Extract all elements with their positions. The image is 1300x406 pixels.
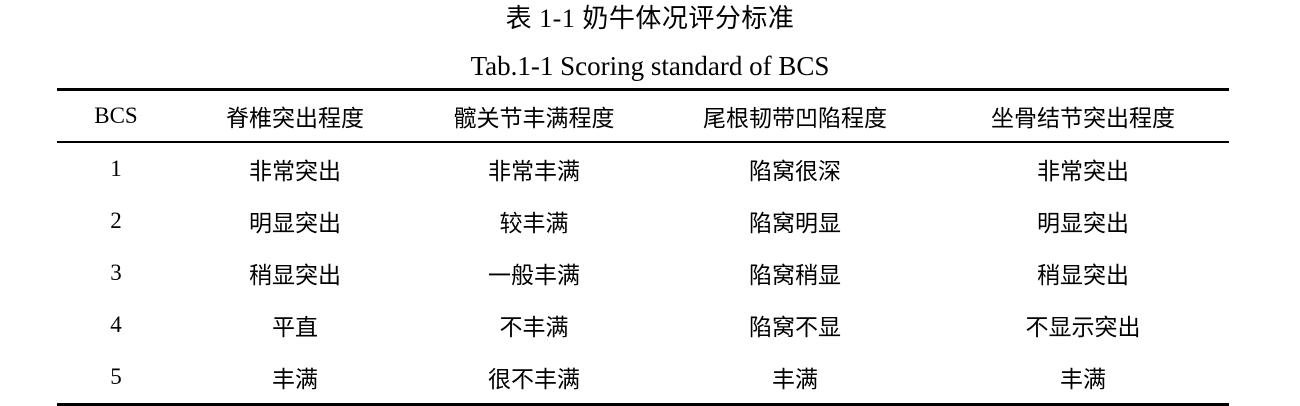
cell-bcs: 1: [110, 156, 122, 181]
bcs-scoring-table-container: BCS 脊椎突出程度 髋关节丰满程度 尾根韧带凹陷程度 坐骨结节突出程度 1 非…: [57, 88, 1229, 406]
header-pin-bone-prominence: 坐骨结节突出程度: [991, 106, 1175, 131]
cell-pin-bone: 不显示突出: [1025, 315, 1141, 340]
cell-spine: 明显突出: [249, 211, 341, 236]
cell-hip: 非常丰满: [488, 159, 580, 184]
cell-tailhead: 陷窝很深: [749, 159, 841, 184]
cell-hip: 不丰满: [499, 315, 569, 340]
cell-pin-bone: 丰满: [1060, 367, 1106, 392]
table-row: 5 丰满 很不丰满 丰满 丰满: [57, 351, 1229, 405]
cell-spine: 平直: [272, 315, 318, 340]
table-row: 4 平直 不丰满 陷窝不显 不显示突出: [57, 299, 1229, 351]
cell-spine: 稍显突出: [249, 263, 341, 288]
cell-bcs: 3: [110, 260, 122, 285]
cell-hip: 很不丰满: [488, 367, 580, 392]
cell-spine: 非常突出: [249, 159, 341, 184]
cell-tailhead: 陷窝不显: [749, 315, 841, 340]
cell-spine: 丰满: [272, 367, 318, 392]
table-caption-english: Tab.1-1 Scoring standard of BCS: [470, 51, 830, 81]
table-row: 2 明显突出 较丰满 陷窝明显 明显突出: [57, 195, 1229, 247]
cell-bcs: 5: [110, 364, 122, 389]
table-row: 1 非常突出 非常丰满 陷窝很深 非常突出: [57, 142, 1229, 195]
cell-pin-bone: 非常突出: [1037, 159, 1129, 184]
cell-tailhead: 陷窝稍显: [749, 263, 841, 288]
cell-bcs: 4: [110, 312, 122, 337]
cell-hip: 较丰满: [499, 211, 569, 236]
header-spine-prominence: 脊椎突出程度: [226, 106, 364, 131]
bcs-scoring-table: BCS 脊椎突出程度 髋关节丰满程度 尾根韧带凹陷程度 坐骨结节突出程度 1 非…: [57, 88, 1229, 406]
header-hip-fullness: 髋关节丰满程度: [453, 106, 615, 131]
cell-bcs: 2: [110, 208, 122, 233]
cell-tailhead: 陷窝明显: [749, 211, 841, 236]
header-bcs: BCS: [94, 103, 138, 128]
cell-hip: 一般丰满: [488, 263, 580, 288]
header-tailhead-depression: 尾根韧带凹陷程度: [703, 106, 887, 131]
cell-tailhead: 丰满: [772, 367, 818, 392]
cell-pin-bone: 稍显突出: [1037, 263, 1129, 288]
cell-pin-bone: 明显突出: [1037, 211, 1129, 236]
table-caption-chinese: 表 1-1 奶牛体况评分标准: [505, 4, 795, 33]
table-row: 3 稍显突出 一般丰满 陷窝稍显 稍显突出: [57, 247, 1229, 299]
table-header-row: BCS 脊椎突出程度 髋关节丰满程度 尾根韧带凹陷程度 坐骨结节突出程度: [57, 89, 1229, 142]
